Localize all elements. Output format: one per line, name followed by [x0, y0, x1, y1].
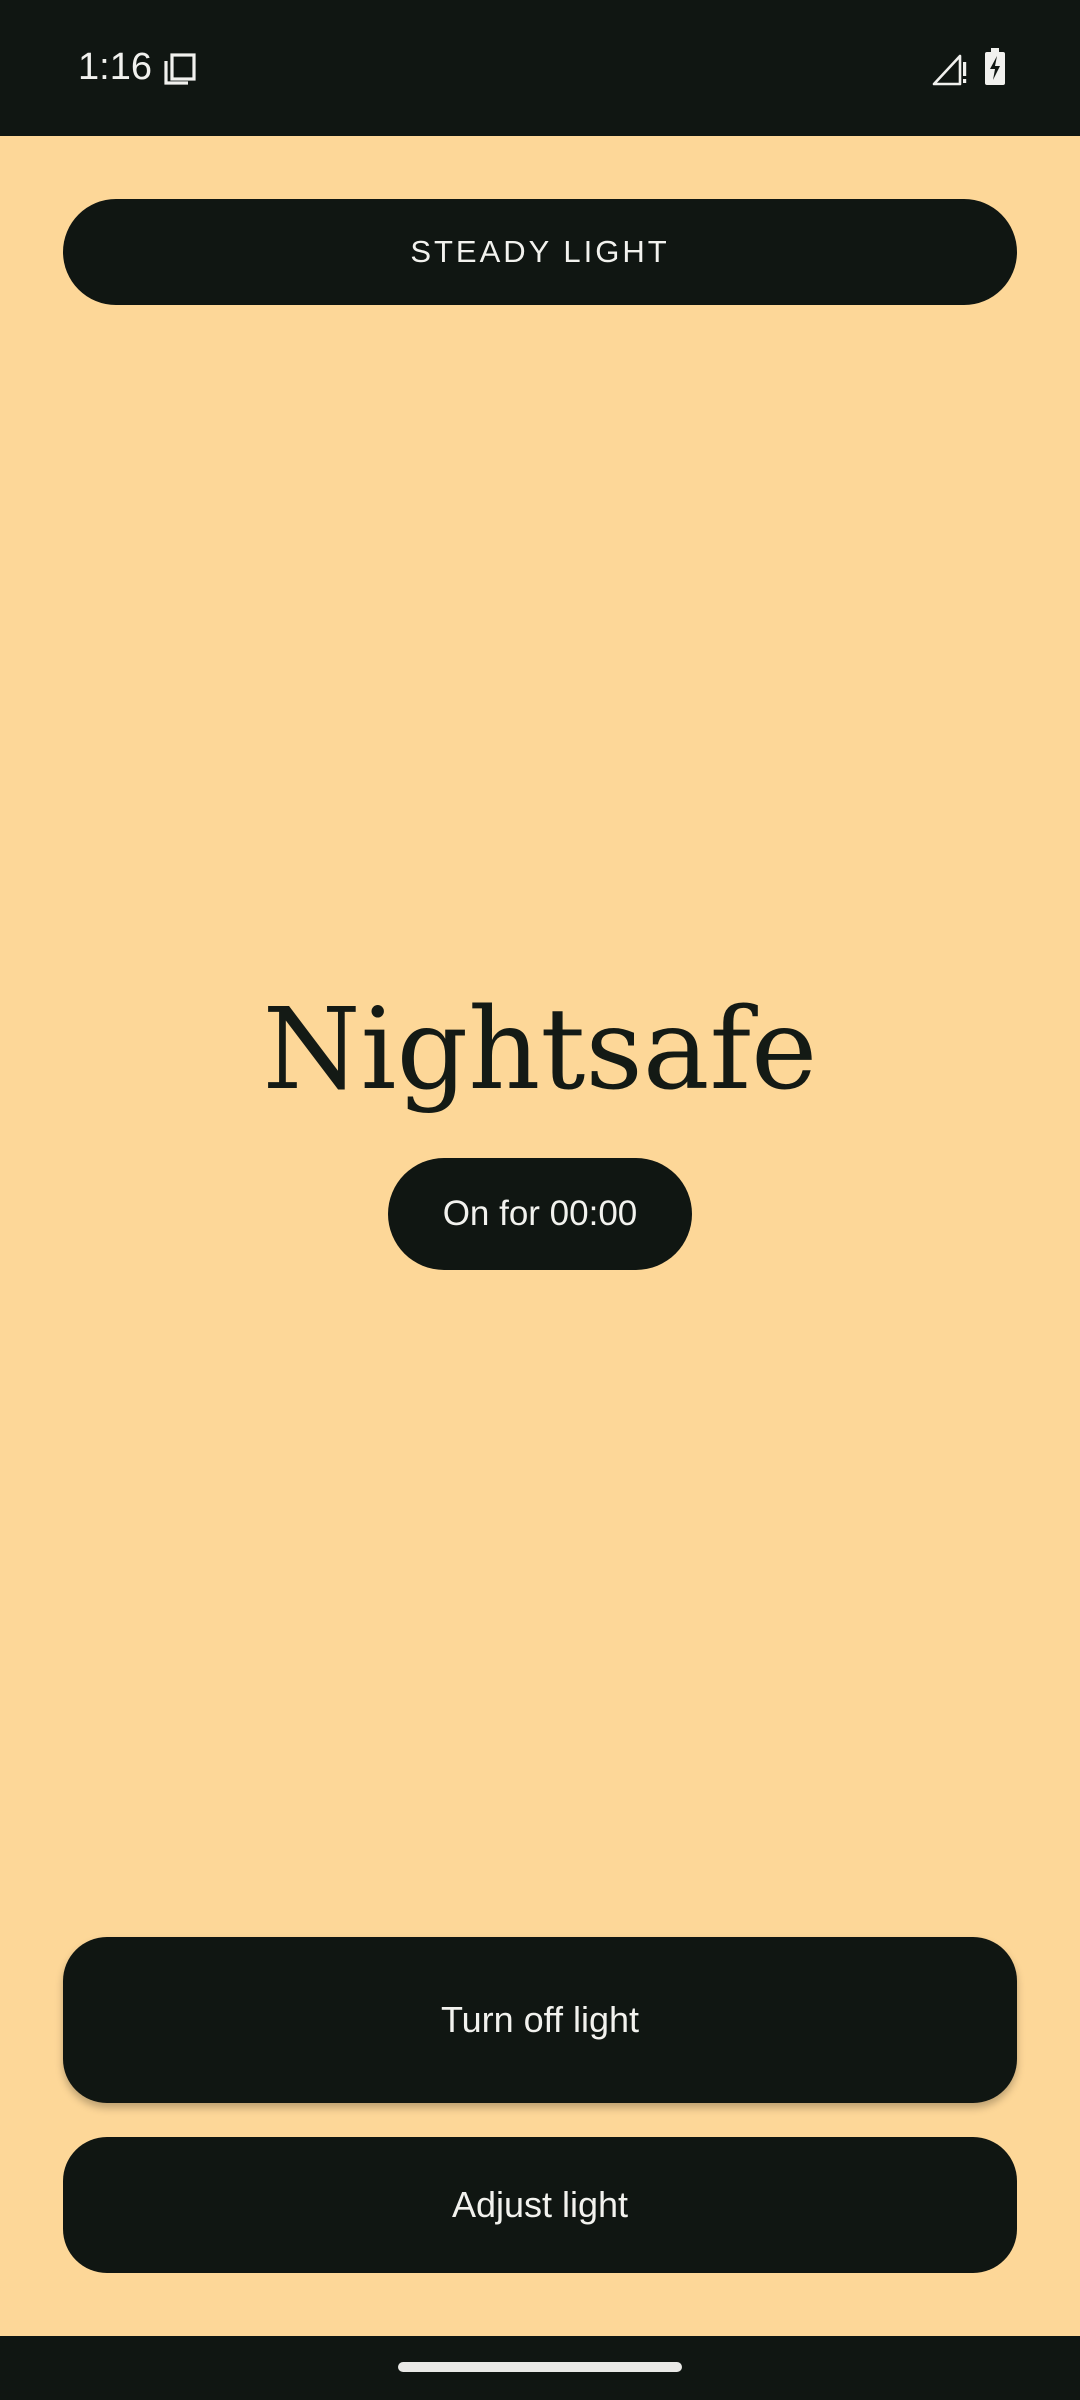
timer-chip: On for 00:00 [388, 1158, 692, 1270]
battery-charging-icon [985, 48, 1005, 85]
navigation-bar [0, 2336, 1080, 2400]
adjust-light-button[interactable]: Adjust light [63, 2137, 1017, 2273]
signal-icon [932, 54, 967, 86]
status-bar: 1:16 [0, 0, 1080, 136]
notification-icon [164, 53, 196, 85]
steady-light-button[interactable]: STEADY LIGHT [63, 199, 1017, 305]
app-title: Nightsafe [262, 985, 818, 1115]
home-gesture-handle[interactable] [398, 2362, 682, 2372]
turn-off-light-button[interactable]: Turn off light [63, 1937, 1017, 2103]
status-time: 1:16 [78, 46, 152, 88]
